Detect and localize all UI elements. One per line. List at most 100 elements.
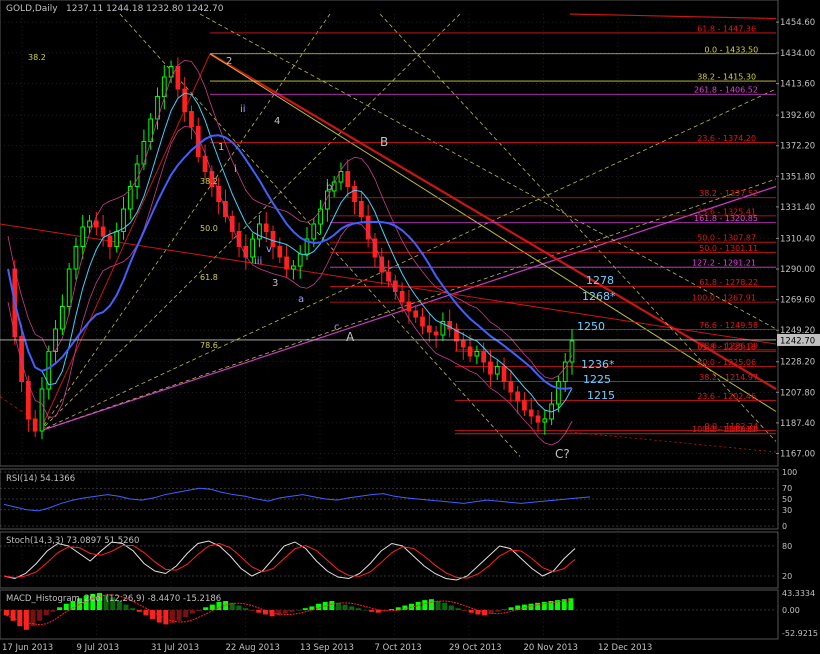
macd-histogram-bar	[422, 600, 428, 610]
target-label: 1236*	[581, 358, 615, 371]
wave-label: 3	[272, 278, 278, 289]
macd-tick-label: 0.00	[782, 606, 800, 615]
macd-histogram-bar	[63, 603, 69, 610]
ohlc-readout: 1237.11 1244.18 1232.80 1242.70	[66, 4, 224, 14]
macd-histogram-bar	[296, 610, 302, 611]
macd-histogram-bar	[435, 601, 441, 610]
time-tick-label: 9 Jul 2013	[77, 643, 120, 653]
price-tick-label: 1331.40	[780, 203, 815, 213]
macd-histogram-bar	[196, 610, 202, 611]
fib-level-label: 61.8 - 1278.22	[699, 278, 758, 287]
candle-body	[100, 226, 106, 237]
candle-body	[406, 301, 412, 312]
macd-histogram-bar	[50, 610, 56, 612]
macd-histogram-bar	[389, 609, 395, 610]
macd-histogram-bar	[136, 610, 142, 612]
candle-body	[542, 418, 548, 423]
macd-histogram-bar	[375, 610, 381, 613]
candle-body	[39, 388, 45, 432]
wave-label: ii	[240, 104, 246, 115]
macd-histogram-bar	[23, 610, 29, 630]
rsi-label: RSI(14) 54.1366	[6, 474, 75, 484]
macd-histogram-bar	[123, 604, 129, 610]
candle-body	[291, 265, 296, 270]
stoch-tick-label: 20	[782, 572, 792, 581]
stoch-label: Stoch(14,3,3) 73.0897 51.5260	[6, 536, 139, 546]
macd-histogram-bar	[57, 607, 63, 610]
candle-body	[481, 351, 487, 363]
price-tick-label: 1167.00	[780, 450, 815, 460]
candle-body	[494, 366, 500, 375]
fib-level-label: 100.0 - 1267.91	[692, 294, 756, 303]
wave-label: C?	[555, 447, 570, 461]
rsi-tick-label: 30	[782, 506, 792, 515]
time-tick-label: 17 Jun 2013	[2, 643, 53, 653]
fib-level-label: 0.0 - 1180.19	[704, 425, 758, 434]
price-tick-label: 1434.00	[780, 49, 815, 59]
macd-histogram-bar	[302, 608, 308, 610]
fib-level-label: 50.0 - 1301.11	[699, 244, 758, 253]
candle-body	[345, 171, 351, 187]
price-tick-label: 1351.80	[780, 172, 815, 182]
wave-label: A	[346, 330, 355, 344]
candle-body	[556, 381, 561, 405]
background	[0, 0, 820, 654]
candle-body	[277, 246, 283, 258]
price-chart[interactable]: 61.8 - 1447.36 0.0 - 1433.50 38.2 - 1415.3…	[0, 0, 820, 654]
price-tick-label: 1269.60	[780, 296, 815, 306]
macd-histogram-bar	[442, 602, 448, 610]
candle-body	[528, 409, 534, 417]
wave-label: B	[380, 135, 388, 149]
wave-label: b	[326, 182, 332, 193]
macd-tick-label: 43.3334	[782, 589, 815, 598]
macd-histogram-bar	[448, 605, 454, 610]
candle-body	[46, 351, 52, 390]
macd-histogram-bar	[508, 607, 514, 610]
time-tick-label: 22 Aug 2013	[226, 643, 280, 653]
candle-body	[413, 310, 419, 318]
macd-histogram-bar	[501, 609, 507, 610]
macd-tick-label: -52.9215	[782, 629, 818, 638]
candle-body	[114, 231, 120, 247]
macd-histogram-bar	[462, 610, 468, 611]
price-tick-label: 1207.80	[780, 388, 815, 398]
stoch-tick-label: 80	[782, 542, 792, 551]
chart-title: GOLD,Daily	[6, 4, 58, 14]
rsi-tick-label: 70	[782, 484, 792, 493]
rsi-tick-label: 0	[782, 522, 787, 531]
macd-histogram-bar	[316, 603, 322, 610]
candle-body	[515, 391, 521, 402]
macd-histogram-bar	[342, 604, 348, 610]
macd-histogram-bar	[163, 610, 169, 625]
fib-level-label: 38.2 - 1415.30	[697, 73, 756, 82]
fib-level-label: 0.0 - 1433.50	[704, 45, 758, 54]
candle-body	[107, 235, 113, 247]
current-price-value: 1242.70	[780, 336, 815, 346]
candle-body	[284, 256, 289, 270]
fib-level-label: 38.2 - 1337.52	[699, 189, 758, 198]
macd-histogram-bar	[276, 610, 282, 616]
left-fib-label: 38.2	[28, 53, 46, 62]
wave-label: 2	[226, 56, 232, 67]
fib-level-label: 23.6 - 1374.20	[697, 134, 756, 143]
candle-body	[420, 316, 425, 327]
macd-label: MACD_Histogram_2Col (12,26,9) -8.4470 -1…	[6, 594, 221, 604]
macd-histogram-bar	[528, 603, 534, 610]
target-label: 1225	[583, 373, 611, 386]
macd-histogram-bar	[176, 610, 182, 621]
fib-level-label: 78.6 - 1236.09	[699, 341, 758, 350]
time-tick-label: 7 Oct 2013	[375, 643, 422, 653]
candle-body	[535, 415, 541, 423]
time-tick-label: 20 Nov 2013	[524, 643, 578, 653]
macd-histogram-bar	[189, 610, 195, 614]
macd-histogram-bar	[282, 610, 288, 614]
price-tick-label: 1310.40	[780, 234, 815, 244]
macd-histogram-bar	[203, 607, 209, 610]
candle-body	[297, 253, 303, 267]
macd-histogram-bar	[535, 602, 541, 610]
macd-histogram-bar	[369, 610, 375, 612]
macd-histogram-bar	[37, 610, 43, 621]
macd-histogram-bar	[143, 610, 149, 616]
target-label: 1278	[586, 274, 614, 287]
price-tick-label: 1454.60	[780, 18, 815, 28]
